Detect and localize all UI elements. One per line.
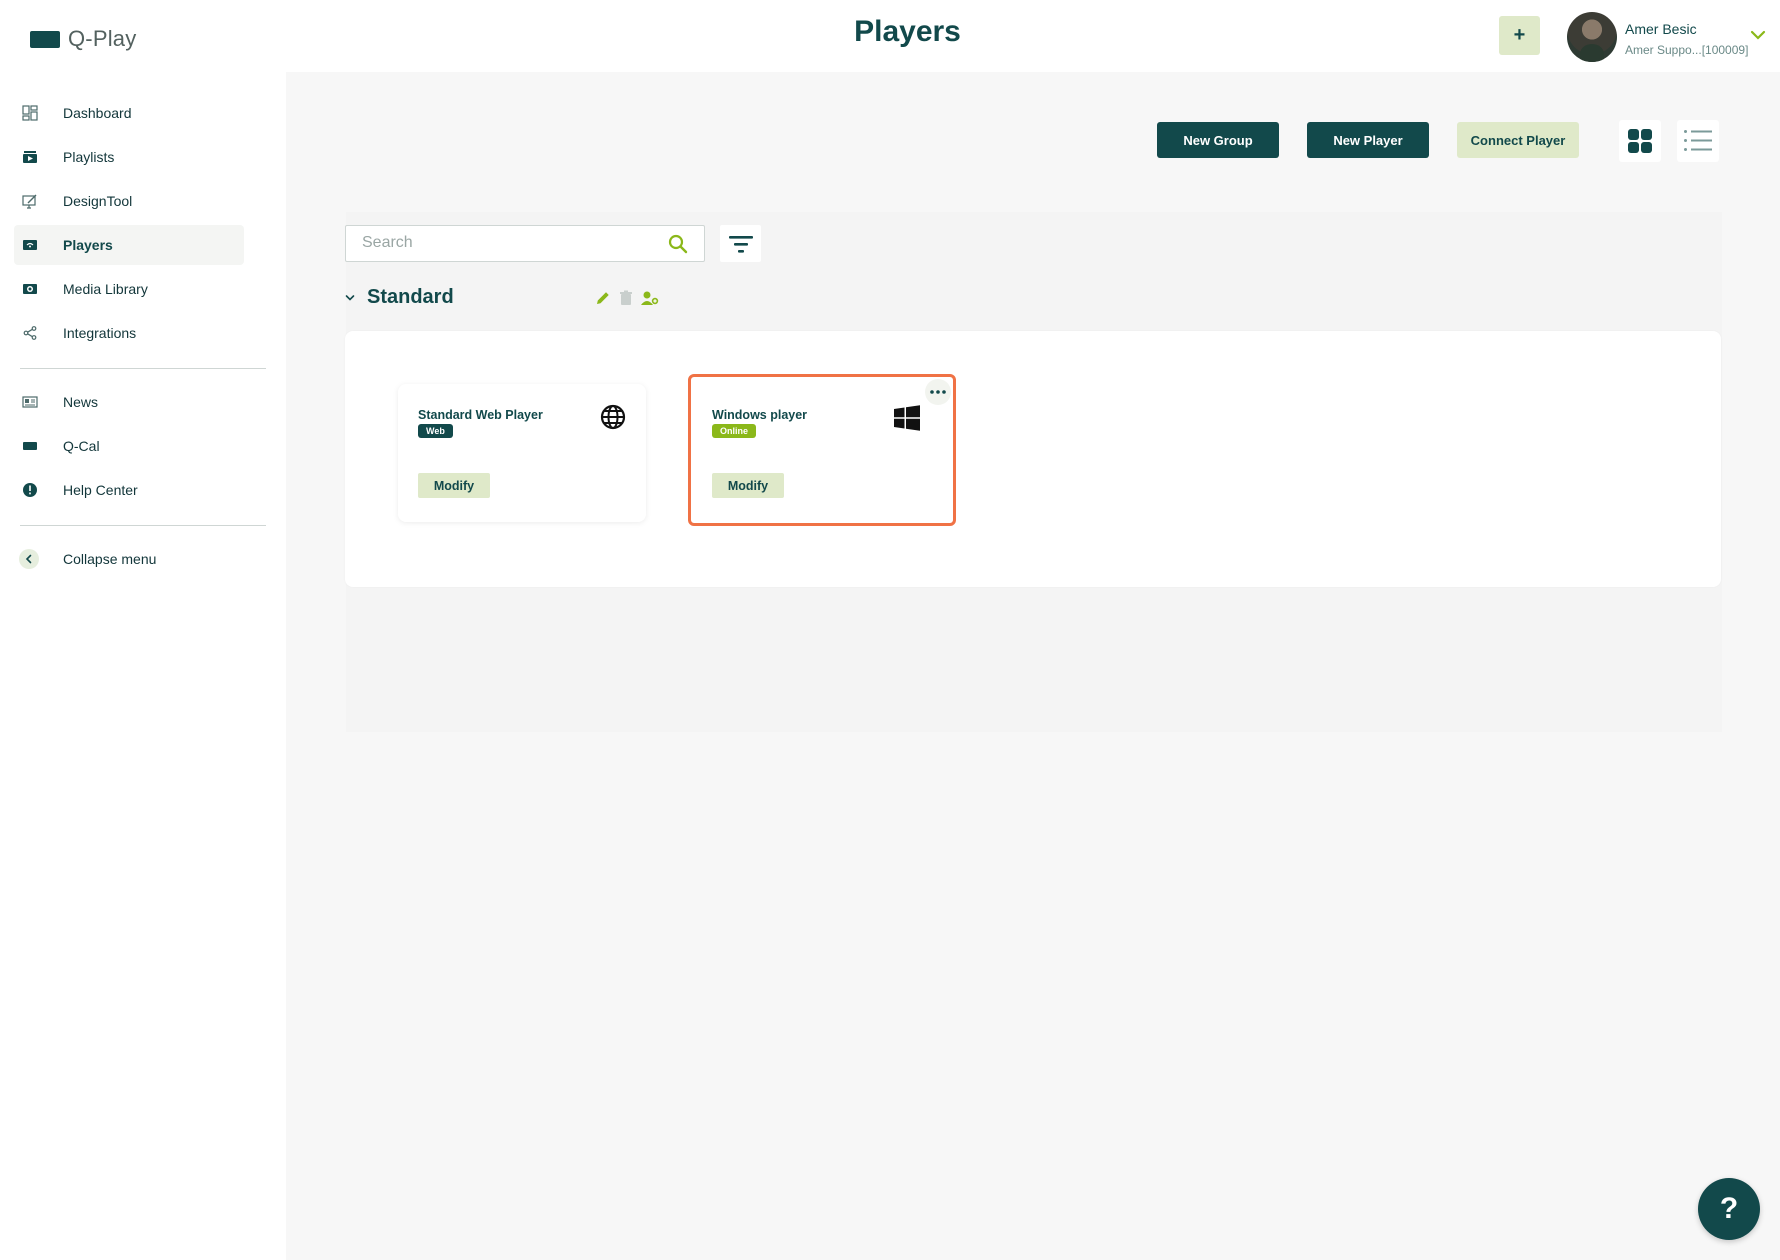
sidebar-divider xyxy=(20,525,266,526)
group-actions xyxy=(595,290,659,306)
sidebar-divider xyxy=(20,368,266,369)
player-name: Windows player xyxy=(712,408,808,422)
add-button[interactable]: + xyxy=(1499,16,1540,55)
sidebar: Dashboard Playlists DesignTool Players M… xyxy=(0,72,286,1260)
sidebar-item-playlists[interactable]: Playlists xyxy=(14,137,244,177)
new-player-button[interactable]: New Player xyxy=(1307,122,1429,158)
design-icon xyxy=(21,193,39,209)
news-icon xyxy=(21,394,39,410)
sidebar-item-label: Integrations xyxy=(63,325,137,341)
chevron-left-icon xyxy=(19,549,39,569)
modify-button[interactable]: Modify xyxy=(712,473,784,498)
modify-button[interactable]: Modify xyxy=(418,473,490,498)
filter-button[interactable] xyxy=(720,225,761,262)
sidebar-item-label: Q-Cal xyxy=(63,438,100,454)
search-input[interactable] xyxy=(362,234,652,252)
sidebar-item-label: News xyxy=(63,394,99,410)
windows-icon xyxy=(894,405,920,431)
user-name[interactable]: Amer Besic xyxy=(1625,21,1697,37)
collapse-menu-button[interactable]: Collapse menu xyxy=(14,539,244,579)
media-icon xyxy=(21,281,39,297)
user-subtitle[interactable]: Amer Suppo...[100009] xyxy=(1625,43,1748,57)
globe-icon xyxy=(600,404,626,430)
chevron-down-icon[interactable] xyxy=(1750,28,1766,42)
search-box xyxy=(345,225,705,262)
info-icon xyxy=(21,482,39,498)
player-card[interactable]: Windows player Online Modify xyxy=(688,374,956,526)
sidebar-item-designtool[interactable]: DesignTool xyxy=(14,181,244,221)
status-badge: Web xyxy=(418,424,453,438)
playlist-icon xyxy=(21,149,39,165)
new-group-button[interactable]: New Group xyxy=(1157,122,1279,158)
edit-icon[interactable] xyxy=(595,290,611,306)
avatar[interactable] xyxy=(1567,12,1617,62)
trash-icon[interactable] xyxy=(619,290,633,306)
chevron-down-icon[interactable] xyxy=(345,293,355,303)
list-view-icon xyxy=(1684,130,1712,151)
dashboard-icon xyxy=(21,105,39,121)
sidebar-item-help-center[interactable]: Help Center xyxy=(14,470,244,510)
player-name: Standard Web Player xyxy=(418,408,543,422)
collapse-menu-label: Collapse menu xyxy=(63,551,157,567)
sidebar-item-label: Help Center xyxy=(63,482,138,498)
sidebar-item-label: Media Library xyxy=(63,281,148,297)
sidebar-item-media-library[interactable]: Media Library xyxy=(14,269,244,309)
more-options-button[interactable] xyxy=(925,379,951,405)
sidebar-item-label: Dashboard xyxy=(63,105,132,121)
connect-player-button[interactable]: Connect Player xyxy=(1457,122,1579,158)
group-header: Standard xyxy=(345,286,659,314)
group-panel: Standard Web Player Web Modify Windows p… xyxy=(345,331,1721,587)
sidebar-item-label: DesignTool xyxy=(63,193,133,209)
sidebar-item-dashboard[interactable]: Dashboard xyxy=(14,93,244,133)
top-header: Q-Play Players + Amer Besic Amer Suppo..… xyxy=(0,0,1780,72)
grid-view-icon xyxy=(1628,129,1652,153)
add-user-icon[interactable] xyxy=(641,290,659,306)
search-icon[interactable] xyxy=(668,234,688,254)
share-icon xyxy=(21,325,39,341)
calendar-icon xyxy=(21,438,39,454)
help-button[interactable]: ? xyxy=(1698,1178,1760,1240)
player-card[interactable]: Standard Web Player Web Modify xyxy=(398,384,646,522)
sidebar-item-label: Playlists xyxy=(63,149,115,165)
group-title: Standard xyxy=(367,286,454,308)
filter-icon xyxy=(728,235,753,253)
sidebar-item-players[interactable]: Players xyxy=(14,225,244,265)
list-view-button[interactable] xyxy=(1677,120,1719,162)
sidebar-item-news[interactable]: News xyxy=(14,382,244,422)
grid-view-button[interactable] xyxy=(1619,120,1661,162)
sidebar-item-integrations[interactable]: Integrations xyxy=(14,313,244,353)
sidebar-item-label: Players xyxy=(63,237,113,253)
more-icon xyxy=(930,390,946,394)
main-content: New Group New Player Connect Player Stan… xyxy=(286,72,1780,1260)
status-badge: Online xyxy=(712,424,757,438)
player-icon xyxy=(21,237,39,253)
sidebar-item-q-cal[interactable]: Q-Cal xyxy=(14,426,244,466)
